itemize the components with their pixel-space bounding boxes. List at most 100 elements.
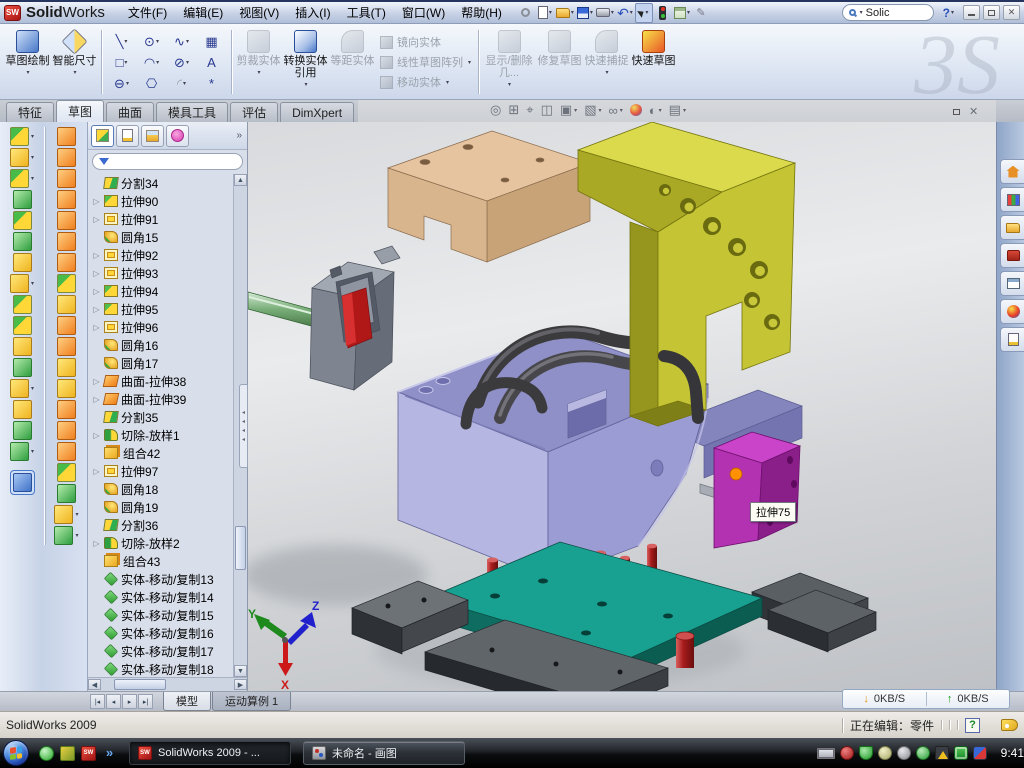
file-explorer-tab[interactable] <box>1000 215 1024 240</box>
ruled-surface-button[interactable] <box>57 316 76 335</box>
polygon-button[interactable]: ⎔ <box>137 73 166 94</box>
health-icon[interactable] <box>954 746 968 760</box>
expand-arrow-icon[interactable]: ▷ <box>92 431 101 440</box>
tree-item[interactable]: 圆角15 <box>90 228 233 246</box>
save-button[interactable]: ▾ <box>576 3 594 23</box>
model-clamp-block[interactable] <box>310 246 400 390</box>
tree-item[interactable]: ▷曲面-拉伸38 <box>90 372 233 390</box>
display-delete-relations-button[interactable]: 显示/删除几... ▾ <box>482 27 536 97</box>
delete-body-button[interactable] <box>57 358 76 377</box>
expand-arrow-icon[interactable]: ▷ <box>92 395 101 404</box>
configurationmanager-tab-button[interactable] <box>141 125 164 147</box>
scrollbar-thumb[interactable] <box>114 679 166 690</box>
graphics-viewport[interactable]: Y Z X 拉伸75 <box>248 122 996 691</box>
minimize-button[interactable] <box>963 5 980 20</box>
expand-arrow-icon[interactable]: ▷ <box>92 287 101 296</box>
spline-curve-button[interactable]: ▾ <box>10 442 34 461</box>
overflow-chevron[interactable]: » <box>102 746 117 761</box>
swept-boss-button[interactable] <box>13 190 32 209</box>
help-button[interactable]: ?▾ <box>943 6 954 20</box>
zoom-selection-button[interactable]: ⌖ <box>526 102 533 118</box>
tree-item[interactable]: 圆角19 <box>90 498 233 516</box>
tree-item[interactable]: ▷拉伸95 <box>90 300 233 318</box>
expand-arrow-icon[interactable]: ▷ <box>92 539 101 548</box>
offset-surface-button[interactable] <box>57 295 76 314</box>
custom-properties-tab[interactable] <box>1000 327 1024 352</box>
go-previous-button[interactable]: ◂ <box>106 694 121 709</box>
pin-button[interactable] <box>517 3 535 23</box>
model-canvas[interactable]: Y Z X <box>248 122 996 691</box>
repair-sketch-button[interactable]: 修复草图 <box>536 27 583 97</box>
desktop-button[interactable] <box>60 746 75 761</box>
design-library-tab[interactable] <box>1000 187 1024 212</box>
linear-sketch-pattern-button[interactable]: 线性草图阵列 ▾ <box>380 54 471 70</box>
tree-item[interactable]: ▷拉伸91 <box>90 210 233 228</box>
menu-item[interactable]: 视图(V) <box>231 2 287 23</box>
tree-item[interactable]: ▷曲面-拉伸39 <box>90 390 233 408</box>
tree-horizontal-scrollbar[interactable]: ◀ ▶ <box>88 677 247 691</box>
tree-item[interactable]: ▷拉伸93 <box>90 264 233 282</box>
expand-arrow-icon[interactable]: ▷ <box>92 377 101 386</box>
restore-button[interactable] <box>983 5 1000 20</box>
intersect-button[interactable] <box>13 316 32 335</box>
trim-entities-button[interactable]: 剪裁实体 ▾ <box>235 27 282 97</box>
keyboard-icon[interactable] <box>817 748 835 759</box>
draft-analysis-button[interactable] <box>57 127 76 146</box>
taskbar-button[interactable]: SWSolidWorks 2009 - ... <box>129 741 291 765</box>
tree-item[interactable]: 圆角18 <box>90 480 233 498</box>
quick-snaps-button[interactable]: 快速捕捉 ▾ <box>583 27 630 97</box>
document-tab[interactable]: 模型 <box>163 692 211 711</box>
zoom-fit-button[interactable]: ◎ <box>490 102 501 118</box>
scene-button[interactable]: ◐▾ <box>649 103 662 118</box>
shut-off-surface-button[interactable] <box>57 190 76 209</box>
chamfer-button[interactable] <box>13 232 32 251</box>
sketch-fillet-button[interactable]: ◜▾ <box>167 73 196 94</box>
instant3d-button[interactable] <box>10 470 35 495</box>
extruded-boss-button[interactable]: ▾ <box>10 127 34 146</box>
scroll-right-arrow[interactable]: ▶ <box>234 679 247 690</box>
ribbon-tab[interactable]: 草图 <box>56 100 104 122</box>
arc-button[interactable]: ◠▾ <box>137 52 166 73</box>
doc-restore-button[interactable] <box>953 104 960 118</box>
expand-arrow-icon[interactable]: ▷ <box>92 215 101 224</box>
mirror-entities-button[interactable]: 镜向实体 <box>380 34 471 50</box>
ellipse-button[interactable]: ⊘▾ <box>167 52 196 73</box>
rectangle-button[interactable]: □▾ <box>107 52 136 73</box>
tree-item[interactable]: 分割35 <box>90 408 233 426</box>
split-body-button[interactable] <box>57 400 76 419</box>
pen-button[interactable]: ✎ <box>692 3 710 23</box>
menu-item[interactable]: 插入(I) <box>287 2 338 23</box>
scroll-down-arrow[interactable]: ▼ <box>234 665 247 677</box>
composite-curve-button[interactable] <box>13 421 32 440</box>
updater-icon[interactable] <box>916 746 930 760</box>
tree-item[interactable]: ▷拉伸96 <box>90 318 233 336</box>
move-surface-button[interactable] <box>57 421 76 440</box>
move-entities-button[interactable]: 移动实体 ▾ <box>380 74 471 90</box>
shell-button[interactable] <box>13 253 32 272</box>
volume-icon[interactable] <box>897 746 911 760</box>
tree-item[interactable]: ▷切除-放样2 <box>90 534 233 552</box>
hide-show-items-button[interactable]: ∞▾ <box>609 103 623 118</box>
scroll-up-arrow[interactable]: ▲ <box>234 174 247 186</box>
spline-2-button[interactable]: ▾ <box>54 526 78 545</box>
view-palette-tab[interactable] <box>1000 271 1024 296</box>
slot-button[interactable]: ⊖▾ <box>107 73 136 94</box>
appearances-tab[interactable] <box>1000 299 1024 324</box>
options-list-button[interactable]: ▾ <box>673 3 691 23</box>
appearance-button[interactable] <box>630 104 642 116</box>
view-settings-button[interactable]: ▤▾ <box>669 102 686 118</box>
tooling-split-button[interactable] <box>57 232 76 251</box>
doc-close-button[interactable]: ✕ <box>969 105 978 118</box>
expand-arrow-icon[interactable]: ▷ <box>92 323 101 332</box>
shield-icon[interactable] <box>859 746 873 760</box>
text-button[interactable]: A <box>197 52 226 73</box>
tree-item[interactable]: 圆角17 <box>90 354 233 372</box>
search-input[interactable]: ▾ Solic <box>842 4 934 21</box>
tree-item[interactable]: 组合42 <box>90 444 233 462</box>
display-style-button[interactable]: ▧▾ <box>584 102 601 118</box>
ribbon-tab[interactable]: 模具工具 <box>156 102 228 122</box>
network-alert-icon[interactable] <box>935 746 949 760</box>
tree-item[interactable]: 实体-移动/复制15 <box>90 606 233 624</box>
solidworks-quicklaunch-button[interactable]: SW <box>81 746 96 761</box>
move-copy-body-button[interactable] <box>13 358 32 377</box>
